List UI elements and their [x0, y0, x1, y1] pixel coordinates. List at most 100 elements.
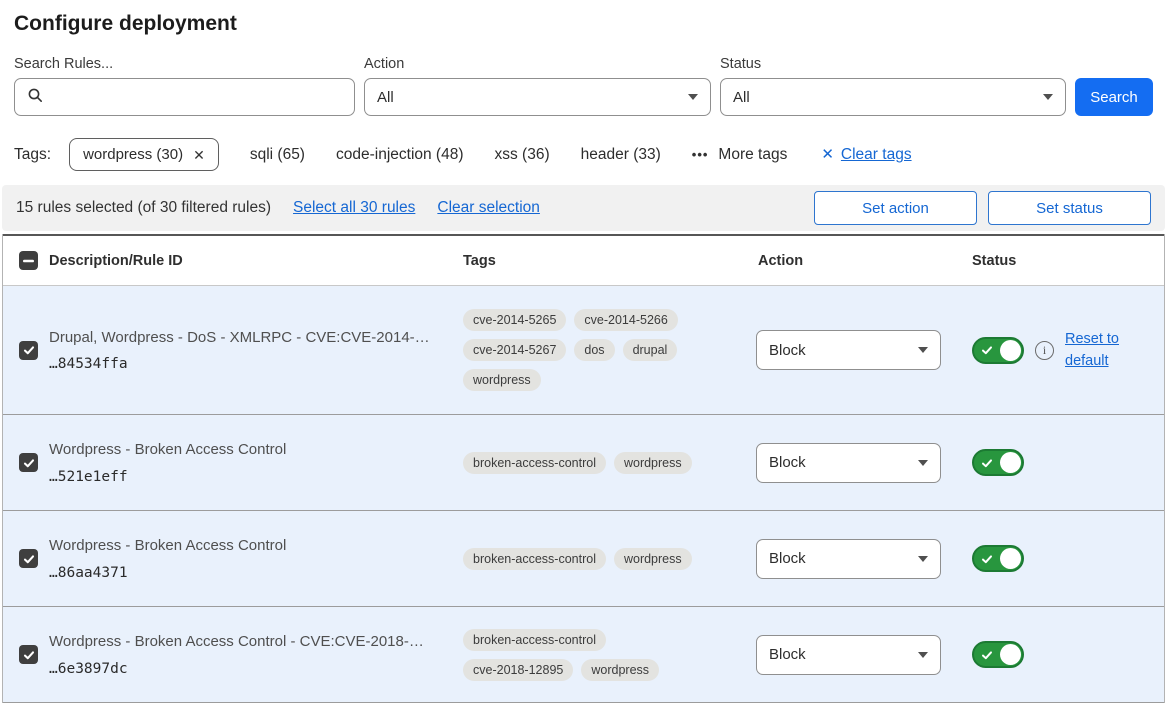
search-button[interactable]: Search: [1075, 78, 1153, 116]
clear-selection-link[interactable]: Clear selection: [437, 199, 540, 217]
rule-description: Drupal, Wordpress - DoS - XMLRPC - CVE:C…: [49, 328, 438, 348]
selection-summary: 15 rules selected (of 30 filtered rules): [16, 199, 271, 217]
rule-id: …86aa4371: [49, 565, 438, 581]
row-action-select[interactable]: Block: [756, 443, 941, 483]
row-action-value: Block: [769, 646, 806, 663]
bulk-actions: Set action Set status: [814, 191, 1151, 225]
rule-tags: broken-access-controlcve-2018-12895wordp…: [456, 629, 696, 681]
check-icon: [981, 553, 993, 565]
check-icon: [981, 649, 993, 661]
more-tags-label: More tags: [718, 146, 787, 164]
chevron-down-icon: [918, 652, 928, 658]
remove-tag-x-icon[interactable]: ✕: [193, 148, 205, 162]
table-row: Wordpress - Broken Access Control …521e1…: [3, 415, 1164, 511]
clear-tags-link[interactable]: Clear tags: [841, 146, 912, 164]
info-icon: i: [1035, 341, 1054, 360]
tag-pill: dos: [574, 339, 614, 361]
configure-deployment-page: Configure deployment Search Rules... Act…: [0, 0, 1167, 718]
select-all-checkbox[interactable]: [19, 251, 38, 270]
column-header-status: Status: [964, 253, 1164, 269]
page-title: Configure deployment: [14, 12, 1153, 36]
status-filter-value: All: [733, 89, 750, 106]
check-icon: [981, 344, 993, 356]
tag-option[interactable]: header (33): [581, 146, 661, 164]
status-filter-label: Status: [720, 56, 1066, 72]
tag-pill: wordpress: [463, 369, 541, 391]
chevron-down-icon: [918, 556, 928, 562]
action-filter-select[interactable]: All: [364, 78, 711, 116]
rules-table: Description/Rule ID Tags Action Status D…: [2, 234, 1165, 703]
tag-option[interactable]: sqli (65): [250, 146, 305, 164]
row-action-value: Block: [769, 342, 806, 359]
row-checkbox[interactable]: [19, 549, 38, 568]
table-row: Drupal, Wordpress - DoS - XMLRPC - CVE:C…: [3, 286, 1164, 415]
column-header-action: Action: [756, 253, 964, 269]
rule-description: Wordpress - Broken Access Control - CVE:…: [49, 632, 438, 652]
search-label: Search Rules...: [14, 56, 355, 72]
row-checkbox[interactable]: [19, 453, 38, 472]
rule-tags: broken-access-control wordpress: [456, 452, 696, 474]
tag-pill: cve-2014-5266: [574, 309, 677, 331]
tag-pill: broken-access-control: [463, 629, 606, 651]
reset-to-default-link[interactable]: Reset to default: [1065, 328, 1129, 373]
tag-pill: cve-2014-5267: [463, 339, 566, 361]
rule-id: …84534ffa: [49, 356, 438, 372]
row-action-value: Block: [769, 454, 806, 471]
set-action-button[interactable]: Set action: [814, 191, 977, 225]
toggle-knob: [1000, 548, 1021, 569]
search-field: Search Rules...: [14, 56, 355, 116]
search-input[interactable]: [14, 78, 355, 116]
status-toggle[interactable]: [972, 449, 1024, 476]
status-toggle[interactable]: [972, 545, 1024, 572]
ellipsis-icon: •••: [692, 147, 709, 162]
more-tags-button[interactable]: ••• More tags: [692, 146, 788, 164]
tag-pill: cve-2014-5265: [463, 309, 566, 331]
row-action-value: Block: [769, 550, 806, 567]
chevron-down-icon: [918, 460, 928, 466]
clear-x-icon: ✕: [821, 147, 834, 162]
selected-tag-label: wordpress (30): [83, 146, 183, 163]
rule-tags: cve-2014-5265 cve-2014-5266 cve-2014-5267 d…: [456, 309, 696, 391]
status-filter-select[interactable]: All: [720, 78, 1066, 116]
chevron-down-icon: [1043, 94, 1053, 100]
action-filter-value: All: [377, 89, 394, 106]
rule-id: …521e1eff: [49, 469, 438, 485]
selection-bar: 15 rules selected (of 30 filtered rules)…: [2, 185, 1165, 231]
column-header-tags: Tags: [456, 253, 756, 269]
chevron-down-icon: [688, 94, 698, 100]
set-status-button[interactable]: Set status: [988, 191, 1151, 225]
tags-bar: Tags: wordpress (30) ✕ sqli (65) code-in…: [14, 138, 1153, 171]
search-icon: [27, 87, 43, 107]
toggle-knob: [1000, 644, 1021, 665]
tag-pill: wordpress: [614, 452, 692, 474]
tag-option[interactable]: code-injection (48): [336, 146, 464, 164]
tag-pill: wordpress: [614, 548, 692, 570]
tag-pill: broken-access-control: [463, 452, 606, 474]
row-checkbox[interactable]: [19, 645, 38, 664]
tag-pill: broken-access-control: [463, 548, 606, 570]
status-filter-field: Status All: [720, 56, 1066, 116]
tag-pill: drupal: [623, 339, 678, 361]
tag-option[interactable]: xss (36): [495, 146, 550, 164]
filter-row: Search Rules... Action All Status All Se…: [14, 56, 1153, 116]
clear-tags-button[interactable]: ✕ Clear tags: [821, 146, 911, 164]
column-header-description: Description/Rule ID: [49, 253, 456, 269]
row-action-select[interactable]: Block: [756, 330, 941, 370]
tags-label: Tags:: [14, 146, 51, 164]
select-all-link[interactable]: Select all 30 rules: [293, 199, 415, 217]
row-action-select[interactable]: Block: [756, 635, 941, 675]
row-action-select[interactable]: Block: [756, 539, 941, 579]
check-icon: [981, 457, 993, 469]
row-checkbox[interactable]: [19, 341, 38, 360]
rule-id: …6e3897dc: [49, 661, 438, 677]
toggle-knob: [1000, 340, 1021, 361]
chevron-down-icon: [918, 347, 928, 353]
table-header: Description/Rule ID Tags Action Status: [3, 234, 1164, 286]
rule-description: Wordpress - Broken Access Control: [49, 536, 438, 556]
table-row: Wordpress - Broken Access Control …86aa4…: [3, 511, 1164, 607]
tag-pill: wordpress: [581, 659, 659, 681]
status-toggle[interactable]: [972, 337, 1024, 364]
selected-tag-pill[interactable]: wordpress (30) ✕: [69, 138, 219, 171]
status-toggle[interactable]: [972, 641, 1024, 668]
action-filter-label: Action: [364, 56, 711, 72]
